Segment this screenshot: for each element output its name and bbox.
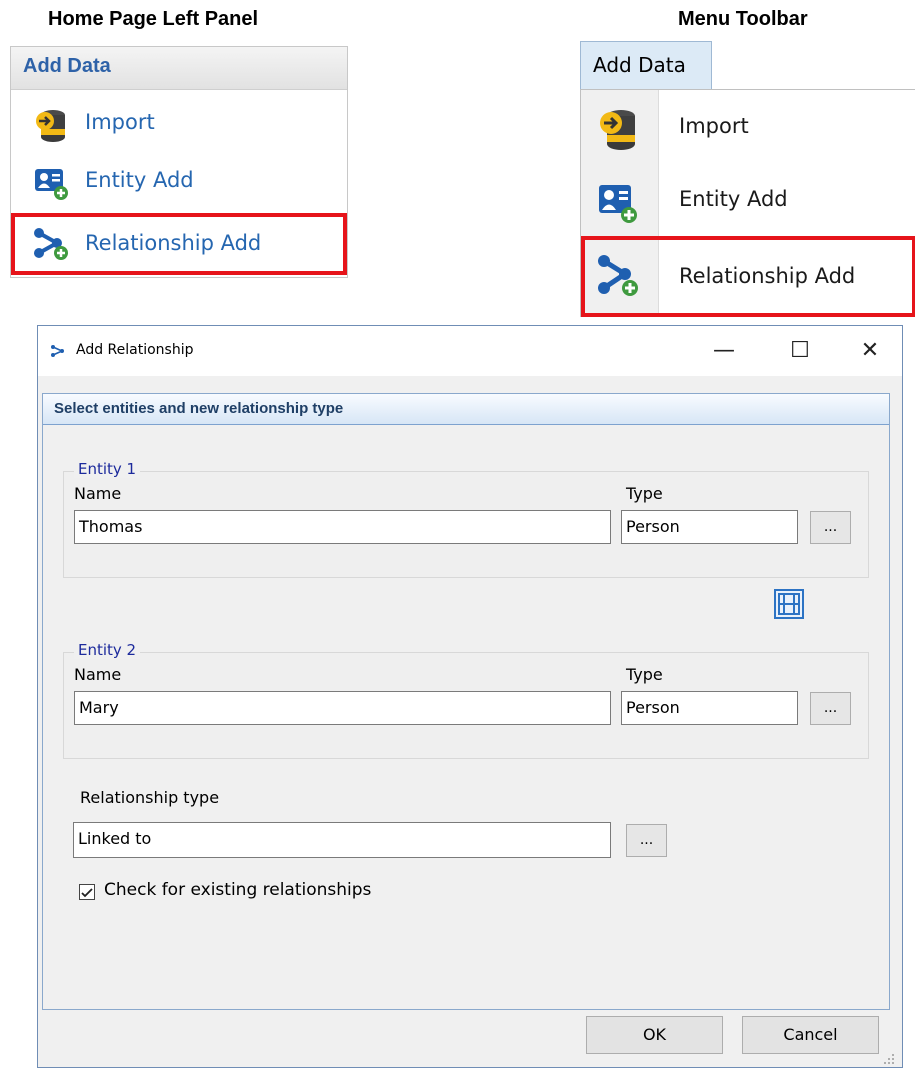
- cancel-button[interactable]: Cancel: [742, 1016, 879, 1054]
- entity1-browse-button[interactable]: ...: [810, 511, 851, 544]
- relationship-type-browse-button[interactable]: ...: [626, 824, 667, 857]
- close-button[interactable]: ✕: [848, 334, 892, 368]
- left-panel-caption: Home Page Left Panel: [48, 8, 259, 30]
- entity1-type-input[interactable]: Person: [621, 510, 798, 544]
- entity1-name-label: Name: [74, 484, 122, 503]
- left-item-import[interactable]: Import: [11, 97, 347, 152]
- left-item-relationship-add[interactable]: Relationship Add: [11, 213, 347, 275]
- entity2-name-input[interactable]: Mary: [74, 691, 611, 725]
- entity1-group: Entity 1 Name Type Thomas Person ...: [63, 460, 869, 578]
- section-header: Select entities and new relationship typ…: [43, 394, 889, 425]
- entity-add-icon: [35, 169, 68, 200]
- resize-grip-icon[interactable]: [882, 1052, 896, 1066]
- add-relationship-dialog: Add Relationship — ☐ ✕ Select entities a…: [37, 325, 903, 1068]
- relationship-add-icon: [34, 228, 68, 260]
- entity-add-icon: [599, 185, 637, 223]
- menu-tab-label: Add Data: [593, 53, 686, 77]
- entity1-type-label: Type: [626, 484, 663, 503]
- left-item-relationship-add-label: Relationship Add: [85, 231, 262, 255]
- entity1-legend: Entity 1: [74, 460, 141, 478]
- left-panel-header-label: Add Data: [23, 55, 111, 77]
- menu-item-import[interactable]: Import: [581, 92, 915, 165]
- menu-item-entity-add[interactable]: Entity Add: [581, 165, 915, 238]
- entity2-type-label: Type: [626, 665, 663, 684]
- menu-toolbar: Add Data Import Entity Add Relationship …: [580, 41, 915, 317]
- entity2-name-label: Name: [74, 665, 122, 684]
- left-item-import-label: Import: [85, 110, 155, 134]
- menu-item-relationship-add[interactable]: Relationship Add: [581, 236, 915, 317]
- import-database-icon: [36, 110, 65, 142]
- menu-dropdown: Import Entity Add Relationship Add: [580, 89, 915, 317]
- checkmark-icon: [81, 888, 93, 898]
- swap-entities-button[interactable]: [774, 589, 804, 619]
- menu-item-entity-add-label: Entity Add: [679, 187, 788, 211]
- relationship-add-icon: [598, 255, 638, 296]
- import-database-icon: [600, 110, 635, 150]
- dialog-title: Add Relationship: [76, 342, 194, 358]
- minimize-button[interactable]: —: [702, 334, 746, 368]
- left-item-entity-add-label: Entity Add: [85, 168, 194, 192]
- relationship-type-label: Relationship type: [80, 788, 220, 807]
- menu-item-import-label: Import: [679, 114, 749, 138]
- relationship-type-input[interactable]: Linked to: [73, 822, 611, 858]
- entity2-group: Entity 2 Name Type Mary Person ...: [63, 641, 869, 759]
- entity1-name-input[interactable]: Thomas: [74, 510, 611, 544]
- entity2-legend: Entity 2: [74, 641, 141, 659]
- entity2-browse-button[interactable]: ...: [810, 692, 851, 725]
- entity2-type-input[interactable]: Person: [621, 691, 798, 725]
- left-item-entity-add[interactable]: Entity Add: [11, 155, 347, 210]
- dialog-content: Select entities and new relationship typ…: [42, 393, 890, 1010]
- left-panel-header: Add Data: [11, 47, 347, 90]
- menu-toolbar-caption: Menu Toolbar: [678, 8, 808, 30]
- home-left-panel: Add Data Import Entity Add Relationship …: [10, 46, 348, 278]
- check-existing-checkbox[interactable]: [79, 884, 95, 900]
- check-existing-label: Check for existing relationships: [104, 880, 372, 900]
- dialog-titlebar[interactable]: Add Relationship — ☐ ✕: [38, 326, 902, 376]
- maximize-button[interactable]: ☐: [778, 334, 822, 368]
- menu-tab-add-data[interactable]: Add Data: [580, 41, 712, 90]
- section-title: Select entities and new relationship typ…: [54, 400, 344, 417]
- relationship-icon: [51, 345, 64, 357]
- menu-item-relationship-add-label: Relationship Add: [679, 264, 856, 288]
- ok-button[interactable]: OK: [586, 1016, 723, 1054]
- swap-icon: [778, 593, 800, 615]
